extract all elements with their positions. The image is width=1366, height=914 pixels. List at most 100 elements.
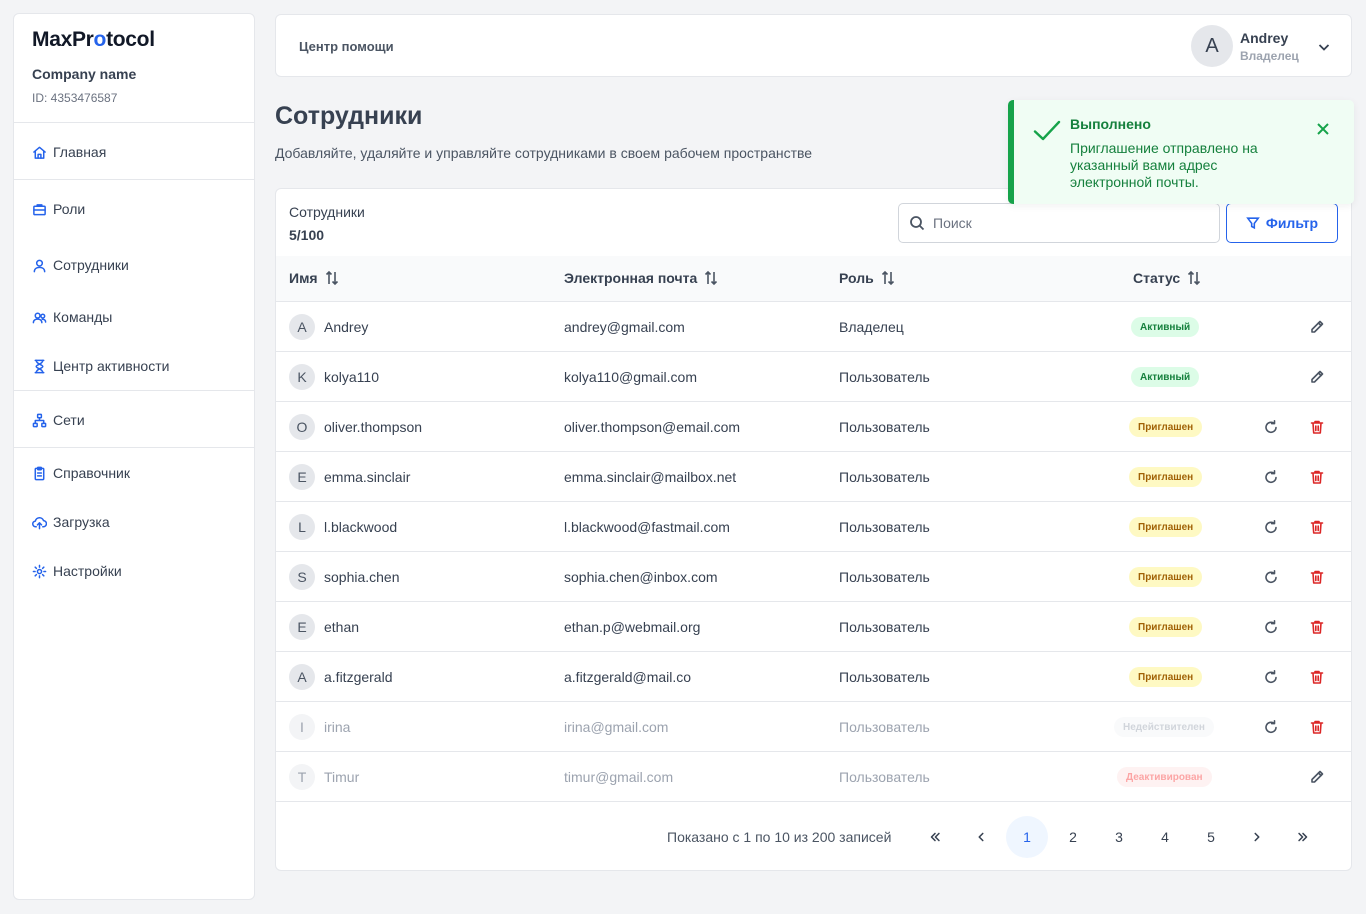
search-box[interactable]	[898, 203, 1220, 243]
resend-invite-button[interactable]	[1263, 569, 1279, 585]
sidebar-item-networks[interactable]: Сети	[32, 410, 85, 430]
help-center-link[interactable]: Центр помощи	[299, 39, 394, 54]
sort-icon	[881, 270, 894, 286]
chevrons-right-icon	[1298, 832, 1308, 842]
table-header: Имя Электронная почта Роль Статус	[276, 256, 1351, 302]
sidebar-item-teams[interactable]: Команды	[32, 307, 112, 327]
delete-button[interactable]	[1309, 569, 1325, 585]
users-icon	[32, 312, 47, 323]
resend-invite-button[interactable]	[1263, 719, 1279, 735]
delete-button[interactable]	[1309, 519, 1325, 535]
sort-icon	[1188, 270, 1201, 286]
delete-button[interactable]	[1309, 669, 1325, 685]
last-page-button[interactable]	[1282, 816, 1324, 858]
page-title: Сотрудники	[275, 102, 423, 130]
sidebar: MaxProtocol Company name ID: 4353476587 …	[13, 13, 255, 900]
next-page-button[interactable]	[1236, 816, 1278, 858]
user-icon	[33, 259, 46, 272]
table-row[interactable]: K kolya110 kolya110@gmail.com Пользовате…	[276, 352, 1351, 402]
delete-button[interactable]	[1309, 469, 1325, 485]
sidebar-item-roles[interactable]: Роли	[32, 199, 85, 219]
close-icon[interactable]	[1316, 122, 1330, 136]
table-row[interactable]: I irina irina@gmail.com Пользователь Нед…	[276, 702, 1351, 752]
resend-invite-button[interactable]	[1263, 519, 1279, 535]
table-row[interactable]: T Timur timur@gmail.com Пользователь Деа…	[276, 752, 1351, 802]
column-header-name[interactable]: Имя	[289, 270, 340, 286]
column-header-email[interactable]: Электронная почта	[564, 270, 719, 286]
refresh-icon	[1265, 720, 1277, 734]
trash-icon	[1310, 570, 1324, 584]
company-name: Company name	[32, 66, 137, 82]
page-button-5[interactable]: 5	[1190, 816, 1232, 858]
sidebar-item-employees[interactable]: Сотрудники	[32, 255, 129, 275]
employee-role: Пользователь	[839, 669, 930, 685]
resend-invite-button[interactable]	[1263, 619, 1279, 635]
table-row[interactable]: A Andrey andrey@gmail.com Владелец Актив…	[276, 302, 1351, 352]
resend-invite-button[interactable]	[1263, 419, 1279, 435]
refresh-icon	[1265, 420, 1277, 434]
table-row[interactable]: S sophia.chen sophia.chen@inbox.com Поль…	[276, 552, 1351, 602]
employee-role: Пользователь	[839, 619, 930, 635]
table-row[interactable]: A a.fitzgerald a.fitzgerald@mail.co Поль…	[276, 652, 1351, 702]
sidebar-item-activity-center[interactable]: Центр активности	[32, 356, 169, 376]
sidebar-item-upload[interactable]: Загрузка	[32, 512, 110, 532]
filter-button[interactable]: Фильтр	[1226, 203, 1338, 243]
employee-name: kolya110	[324, 369, 380, 385]
resend-invite-button[interactable]	[1263, 469, 1279, 485]
employee-name: a.fitzgerald	[324, 669, 393, 685]
refresh-icon	[1265, 620, 1277, 634]
search-input[interactable]	[933, 215, 1203, 231]
cloud-upload-icon	[32, 516, 47, 529]
status-badge: Недействителен	[1114, 717, 1214, 737]
checkmark-icon	[1033, 120, 1061, 141]
employee-role: Пользователь	[839, 369, 930, 385]
company-id: ID: 4353476587	[32, 91, 118, 105]
status-badge: Приглашен	[1129, 567, 1203, 587]
page-button-1[interactable]: 1	[1006, 816, 1048, 858]
employee-name: emma.sinclair	[324, 469, 411, 485]
sidebar-item-home[interactable]: Главная	[32, 142, 106, 162]
table-row[interactable]: E ethan ethan.p@webmail.org Пользователь…	[276, 602, 1351, 652]
delete-button[interactable]	[1309, 619, 1325, 635]
user-role: Владелец	[1240, 49, 1299, 63]
avatar: K	[289, 364, 315, 390]
column-header-status[interactable]: Статус	[1133, 270, 1202, 286]
edit-button[interactable]	[1309, 769, 1325, 785]
prev-page-button[interactable]	[960, 816, 1002, 858]
delete-button[interactable]	[1309, 419, 1325, 435]
employee-role: Пользователь	[839, 769, 930, 785]
page-button-3[interactable]: 3	[1098, 816, 1140, 858]
edit-button[interactable]	[1309, 369, 1325, 385]
avatar[interactable]: A	[1191, 25, 1233, 67]
search-icon	[910, 216, 925, 231]
column-header-role[interactable]: Роль	[839, 270, 896, 286]
table-row[interactable]: O oliver.thompson oliver.thompson@email.…	[276, 402, 1351, 452]
divider	[14, 122, 254, 123]
table-row[interactable]: L l.blackwood l.blackwood@fastmail.com П…	[276, 502, 1351, 552]
refresh-icon	[1265, 470, 1277, 484]
sidebar-item-settings[interactable]: Настройки	[32, 561, 122, 581]
chevrons-left-icon	[930, 832, 940, 842]
home-icon	[33, 146, 46, 159]
resend-invite-button[interactable]	[1263, 669, 1279, 685]
employee-role: Пользователь	[839, 569, 930, 585]
employee-name: sophia.chen	[324, 569, 400, 585]
page-button-4[interactable]: 4	[1144, 816, 1186, 858]
network-icon	[32, 413, 47, 427]
gear-icon	[32, 564, 47, 578]
avatar: S	[289, 564, 315, 590]
pencil-icon	[1311, 370, 1324, 383]
employee-email: andrey@gmail.com	[564, 319, 685, 335]
edit-button[interactable]	[1309, 319, 1325, 335]
first-page-button[interactable]	[914, 816, 956, 858]
table-row[interactable]: E emma.sinclair emma.sinclair@mailbox.ne…	[276, 452, 1351, 502]
chevron-down-icon[interactable]	[1316, 39, 1332, 55]
employee-email: irina@gmail.com	[564, 719, 669, 735]
employee-role: Пользователь	[839, 419, 930, 435]
delete-button[interactable]	[1309, 719, 1325, 735]
page-button-2[interactable]: 2	[1052, 816, 1094, 858]
sidebar-item-directory[interactable]: Справочник	[32, 463, 130, 483]
top-header: Центр помощи A Andrey Владелец	[275, 14, 1352, 77]
status-badge: Приглашен	[1129, 467, 1203, 487]
status-badge: Приглашен	[1129, 517, 1203, 537]
